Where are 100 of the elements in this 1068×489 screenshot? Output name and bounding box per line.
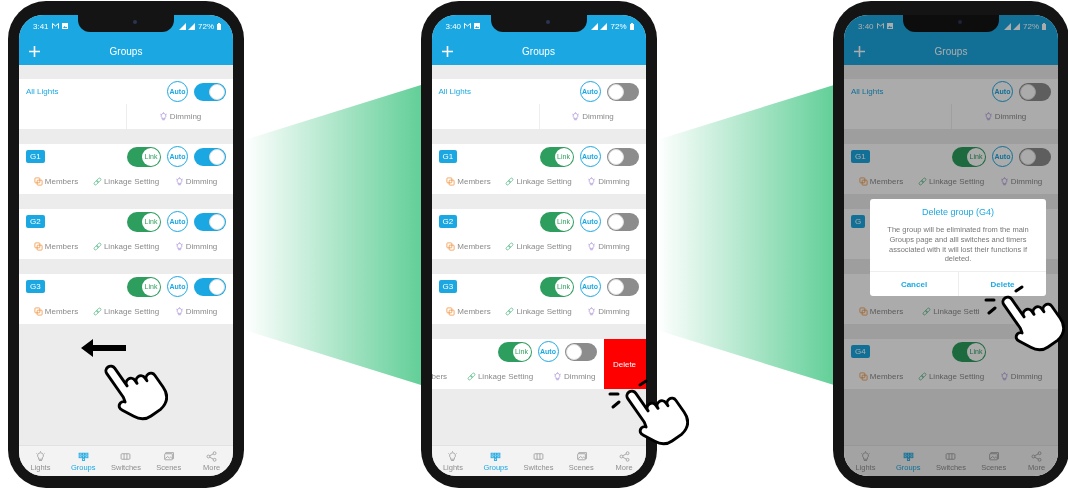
grid-icon <box>490 450 502 462</box>
power-toggle[interactable] <box>1019 82 1051 101</box>
status-time: 3:41 <box>33 21 49 31</box>
signal-icon <box>1004 22 1020 30</box>
power-toggle[interactable] <box>194 212 226 231</box>
linkage-button[interactable]: Linkage Setting <box>917 169 985 194</box>
link-icon <box>505 177 515 186</box>
bulb-icon <box>447 450 459 462</box>
members-icon <box>446 177 456 186</box>
link-icon <box>505 307 515 316</box>
add-icon[interactable] <box>29 45 40 57</box>
message-icon <box>876 23 884 29</box>
dimming-button[interactable]: Dimming <box>999 169 1043 194</box>
delete-button[interactable]: Delete <box>603 339 646 389</box>
group-badge: G3 <box>26 280 45 293</box>
screen-title: Groups <box>109 45 143 57</box>
members-button[interactable]: Members <box>446 299 491 324</box>
signal-icon <box>179 22 195 30</box>
battery-percent: 72% <box>610 21 627 31</box>
group-name: All Lights <box>26 87 59 96</box>
grid-icon <box>902 450 914 462</box>
link-icon <box>92 177 102 186</box>
members-icon <box>33 242 43 251</box>
dimming-button[interactable]: Dimming <box>126 104 233 129</box>
cancel-button[interactable]: Cancel <box>870 272 958 296</box>
bulb-icon <box>158 112 168 121</box>
linkage-button[interactable]: Linkage Setti <box>922 299 980 324</box>
link-icon <box>505 242 515 251</box>
dimming-button[interactable]: Dimming <box>174 299 218 324</box>
members-icon <box>858 372 868 381</box>
dimming-button[interactable]: Dimming <box>999 364 1043 389</box>
linkage-button[interactable]: Linkage Setting <box>92 234 160 259</box>
image-icon <box>474 23 481 29</box>
members-button[interactable]: Members <box>858 299 904 324</box>
image-icon <box>886 23 893 29</box>
members-button[interactable]: Members <box>446 169 491 194</box>
members-icon <box>33 177 43 186</box>
link-icon <box>92 307 102 316</box>
members-button[interactable]: Members <box>33 169 79 194</box>
bulb-icon <box>174 242 184 251</box>
members-button[interactable]: Members <box>33 299 79 324</box>
group-name: All Lights <box>438 87 471 96</box>
dimming-button[interactable]: Dimming <box>587 169 630 194</box>
members-icon <box>858 177 868 186</box>
dimming-button[interactable]: Dimming <box>587 299 630 324</box>
members-button[interactable]: Members <box>33 234 79 259</box>
power-toggle[interactable] <box>1019 147 1051 166</box>
link-icon <box>466 372 476 381</box>
bulb-icon <box>552 372 562 381</box>
add-icon[interactable] <box>854 45 865 57</box>
linkage-button[interactable]: Linkage Setting <box>505 169 572 194</box>
dimming-button[interactable]: Dimming <box>538 104 646 129</box>
switch-panel-icon <box>120 450 132 462</box>
linkage-button[interactable]: Linkage Setting <box>92 299 160 324</box>
share-icon <box>618 450 630 462</box>
power-toggle[interactable] <box>194 147 226 166</box>
members-button[interactable]: Members <box>858 169 904 194</box>
linkage-button[interactable]: Linkage Setting <box>466 364 534 389</box>
dimming-button[interactable]: Dimming <box>552 364 596 389</box>
power-toggle[interactable] <box>564 342 597 361</box>
dimming-button[interactable]: Dimming <box>174 169 218 194</box>
members-icon <box>446 307 456 316</box>
linkage-button[interactable]: Linkage Setting <box>92 169 160 194</box>
share-icon <box>1031 450 1043 462</box>
power-toggle[interactable] <box>194 277 226 296</box>
power-toggle[interactable] <box>606 82 639 101</box>
dimming-button[interactable]: Dimming <box>174 234 218 259</box>
bulb-icon <box>34 450 46 462</box>
screen-title: Groups <box>522 45 555 57</box>
add-icon[interactable] <box>441 45 453 57</box>
group-badge: G3 <box>438 280 458 293</box>
dimming-button[interactable]: Dimming <box>587 234 630 259</box>
picture-frame-icon <box>988 450 1000 462</box>
power-toggle[interactable] <box>606 147 639 166</box>
members-icon <box>858 307 868 316</box>
link-icon <box>92 242 102 251</box>
group-badge: G <box>851 215 866 228</box>
members-button[interactable]: Members <box>858 364 904 389</box>
dialog-title: Delete group (G4) <box>921 207 994 217</box>
linkage-button[interactable]: Linkage Setting <box>917 364 985 389</box>
linkage-button[interactable]: Linkage Setting <box>505 234 572 259</box>
grid-icon <box>77 450 89 462</box>
dimming-button[interactable]: Dimming <box>951 104 1058 129</box>
screen-title: Groups <box>934 45 968 57</box>
power-toggle[interactable] <box>606 212 639 231</box>
linkage-button[interactable]: Linkage Setting <box>505 299 572 324</box>
bulb-icon <box>587 307 597 316</box>
members-button[interactable]: Members <box>446 234 491 259</box>
bulb-icon <box>859 450 871 462</box>
power-toggle[interactable] <box>194 82 226 101</box>
group-badge: G2 <box>26 215 45 228</box>
bulb-icon <box>587 177 597 186</box>
bulb-icon <box>174 307 184 316</box>
signal-icon <box>591 22 608 30</box>
group-name: All Lights <box>851 87 884 96</box>
members-button[interactable]: bers <box>431 364 448 389</box>
bulb-icon <box>983 112 993 121</box>
battery-icon <box>1042 22 1046 30</box>
members-icon <box>33 307 43 316</box>
power-toggle[interactable] <box>606 277 639 296</box>
